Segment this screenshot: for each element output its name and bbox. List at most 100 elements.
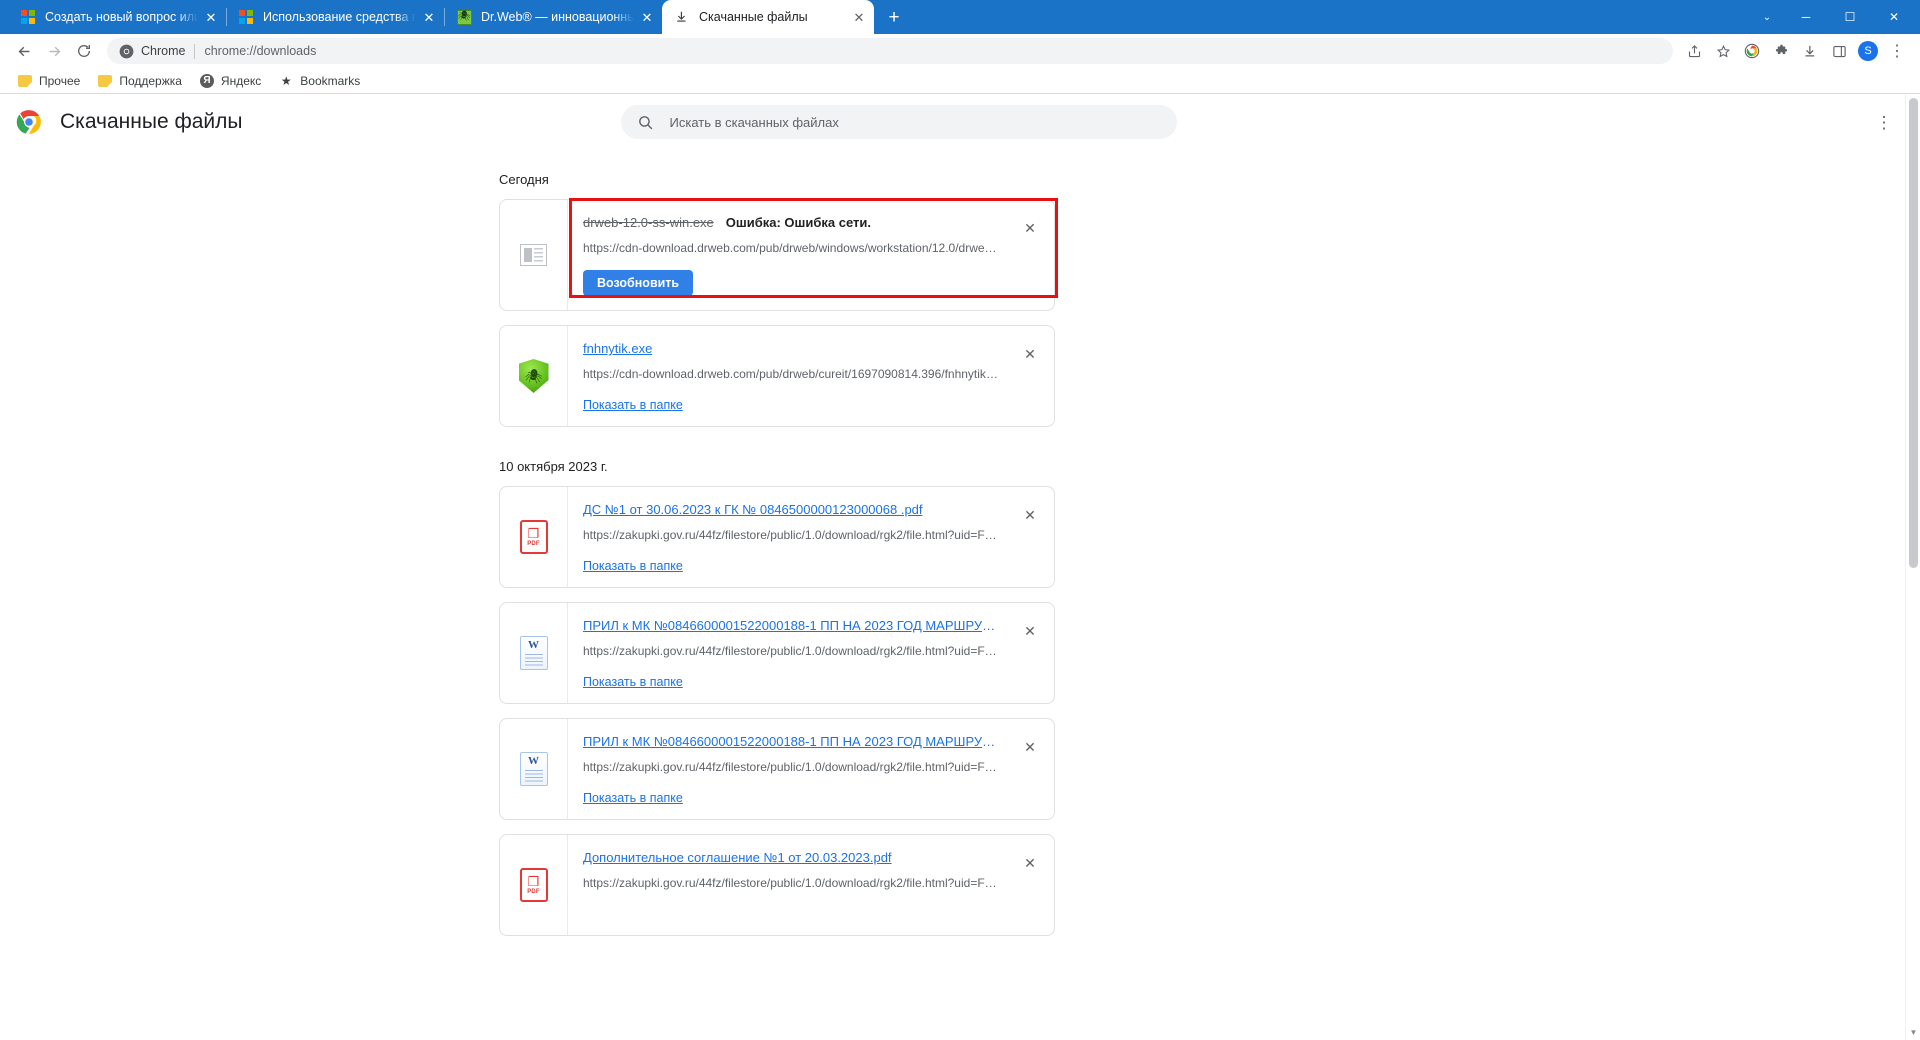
folder-icon bbox=[98, 74, 113, 87]
download-name-row: ПРИЛ к МК №0846600001522000188-1 ПП НА 2… bbox=[583, 734, 1002, 749]
download-filename[interactable]: ПРИЛ к МК №0846600001522000188-1 ПП НА 2… bbox=[583, 618, 1002, 633]
tab-title: Использование средства пров bbox=[263, 10, 416, 24]
bookmark-item[interactable]: Я Яндекс bbox=[192, 70, 269, 92]
bookmark-item[interactable]: Поддержка bbox=[90, 70, 190, 92]
remove-download-icon[interactable]: ✕ bbox=[1016, 617, 1044, 645]
reload-button[interactable] bbox=[69, 36, 99, 66]
pdf-file-icon: ❒ PDF bbox=[519, 520, 548, 554]
date-header: 10 октября 2023 г. bbox=[499, 459, 608, 474]
search-box[interactable] bbox=[620, 105, 1177, 139]
download-item[interactable]: W ПРИЛ к МК №0846600001522000188-1 ПП НА… bbox=[499, 602, 1055, 704]
word-file-icon: W bbox=[519, 752, 548, 786]
download-url: https://cdn-download.drweb.com/pub/drweb… bbox=[583, 367, 998, 381]
bookmark-label: Поддержка bbox=[119, 73, 182, 88]
close-window-button[interactable]: ✕ bbox=[1872, 2, 1916, 32]
bookmark-item[interactable]: ★ Bookmarks bbox=[271, 70, 368, 92]
download-name-row: Дополнительное соглашение №1 от 20.03.20… bbox=[583, 850, 1002, 865]
date-header: Сегодня bbox=[499, 172, 549, 187]
bookmark-item[interactable]: Прочее bbox=[10, 70, 88, 92]
download-item[interactable]: 🕷 fnhnytik.exe https://cdn-download.drwe… bbox=[499, 325, 1055, 427]
share-icon[interactable] bbox=[1680, 37, 1708, 65]
minimize-button[interactable]: ─ bbox=[1784, 2, 1828, 32]
close-icon[interactable]: ✕ bbox=[850, 8, 868, 26]
avatar[interactable]: S bbox=[1854, 37, 1882, 65]
download-item[interactable]: drweb-12.0-ss-win.exe Ошибка: Ошибка сет… bbox=[499, 198, 1058, 311]
downloads-more-menu-icon[interactable]: ⋮ bbox=[1870, 108, 1898, 136]
download-item[interactable]: ❒ PDF Дополнительное соглашение №1 от 20.… bbox=[499, 834, 1055, 936]
downloads-page: Скачанные файлы ⋮ Сегодня drweb-12.0-ss-… bbox=[0, 94, 1920, 1040]
file-icon-cell: ❒ PDF bbox=[500, 835, 568, 935]
close-icon[interactable]: ✕ bbox=[638, 8, 656, 26]
browser-tab[interactable]: Использование средства пров ✕ bbox=[226, 0, 444, 34]
show-in-folder-link[interactable]: Показать в папке bbox=[583, 559, 683, 573]
download-details: ПРИЛ к МК №0846600001522000188-1 ПП НА 2… bbox=[568, 603, 1016, 703]
extension-shield-icon[interactable] bbox=[1738, 37, 1766, 65]
folder-icon bbox=[18, 74, 32, 87]
download-item[interactable]: ❒ PDF ДС №1 от 30.06.2023 к ГК № 08465000… bbox=[499, 486, 1055, 588]
browser-tab[interactable]: Создать новый вопрос или на ✕ bbox=[8, 0, 226, 34]
close-icon[interactable]: ✕ bbox=[202, 8, 220, 26]
download-status: Ошибка: Ошибка сети. bbox=[725, 215, 872, 230]
downloads-header: Скачанные файлы ⋮ bbox=[0, 94, 1920, 150]
side-panel-icon[interactable] bbox=[1825, 37, 1853, 65]
scroll-down-icon[interactable]: ▼ bbox=[1906, 1025, 1920, 1040]
download-details: Дополнительное соглашение №1 от 20.03.20… bbox=[568, 835, 1016, 935]
download-name-row: drweb-12.0-ss-win.exe Ошибка: Ошибка сет… bbox=[583, 215, 1002, 230]
page-scrollbar[interactable]: ▲ ▼ bbox=[1905, 94, 1920, 1040]
download-details: drweb-12.0-ss-win.exe Ошибка: Ошибка сет… bbox=[568, 200, 1016, 310]
download-details: ДС №1 от 30.06.2023 к ГК № 0846500000123… bbox=[568, 487, 1016, 587]
back-button[interactable] bbox=[9, 36, 39, 66]
download-filename[interactable]: ДС №1 от 30.06.2023 к ГК № 0846500000123… bbox=[583, 502, 923, 517]
scrollbar-thumb[interactable] bbox=[1909, 98, 1918, 568]
download-name-row: ДС №1 от 30.06.2023 к ГК № 0846500000123… bbox=[583, 502, 1002, 517]
download-filename[interactable]: fnhnytik.exe bbox=[583, 341, 652, 356]
microsoft-logo-icon bbox=[238, 9, 254, 25]
download-name-row: fnhnytik.exe bbox=[583, 341, 1002, 356]
star-icon: ★ bbox=[280, 73, 292, 88]
remove-download-icon[interactable]: ✕ bbox=[1016, 849, 1044, 877]
drweb-spider-icon: 🕷 bbox=[456, 9, 472, 25]
downloads-list: Сегодня drweb-12.0-ss-win.exe Ошибка: Ош… bbox=[0, 150, 1920, 1040]
download-filename[interactable]: ПРИЛ к МК №0846600001522000188-1 ПП НА 2… bbox=[583, 734, 1002, 749]
downloads-icon[interactable] bbox=[1796, 37, 1824, 65]
remove-download-icon[interactable]: ✕ bbox=[1016, 340, 1044, 368]
search-icon bbox=[637, 114, 654, 131]
browser-tab[interactable]: 🕷 Dr.Web® — инновационные те ✕ bbox=[444, 0, 662, 34]
new-tab-button[interactable]: + bbox=[880, 3, 908, 31]
download-details: ПРИЛ к МК №0846600001522000188-1 ПП НА 2… bbox=[568, 719, 1016, 819]
bookmark-label: Bookmarks bbox=[300, 73, 361, 88]
search-input[interactable] bbox=[669, 114, 1161, 130]
browser-tab-active[interactable]: Скачанные файлы ✕ bbox=[662, 0, 874, 34]
address-bar[interactable]: Chrome chrome://downloads bbox=[107, 38, 1673, 64]
page-title: Скачанные файлы bbox=[60, 110, 243, 133]
pdf-file-icon: ❒ PDF bbox=[519, 868, 548, 902]
remove-download-icon[interactable]: ✕ bbox=[1016, 214, 1044, 242]
file-icon-cell: ❒ PDF bbox=[500, 487, 568, 587]
forward-button[interactable] bbox=[39, 36, 69, 66]
extensions-puzzle-icon[interactable] bbox=[1767, 37, 1795, 65]
bookmark-label: Прочее bbox=[39, 73, 81, 88]
show-in-folder-link[interactable]: Показать в папке bbox=[583, 398, 683, 412]
bookmark-star-icon[interactable] bbox=[1709, 37, 1737, 65]
download-url: https://zakupki.gov.ru/44fz/filestore/pu… bbox=[583, 876, 998, 890]
download-name-row: ПРИЛ к МК №0846600001522000188-1 ПП НА 2… bbox=[583, 618, 1002, 633]
download-filename[interactable]: Дополнительное соглашение №1 от 20.03.20… bbox=[583, 850, 892, 865]
tab-title: Скачанные файлы bbox=[699, 10, 808, 24]
close-icon[interactable]: ✕ bbox=[420, 8, 438, 26]
file-icon-cell: W bbox=[500, 603, 568, 703]
maximize-button[interactable]: ☐ bbox=[1828, 2, 1872, 32]
browser-menu-icon[interactable]: ⋮ bbox=[1883, 37, 1911, 65]
show-in-folder-link[interactable]: Показать в папке bbox=[583, 675, 683, 689]
download-url: https://zakupki.gov.ru/44fz/filestore/pu… bbox=[583, 760, 998, 774]
tab-search-icon[interactable]: ⌄ bbox=[1750, 2, 1784, 32]
show-in-folder-link[interactable]: Показать в папке bbox=[583, 791, 683, 805]
tab-title: Создать новый вопрос или на bbox=[45, 10, 198, 24]
download-item[interactable]: W ПРИЛ к МК №0846600001522000188-1 ПП НА… bbox=[499, 718, 1055, 820]
download-filename: drweb-12.0-ss-win.exe bbox=[583, 215, 714, 230]
remove-download-icon[interactable]: ✕ bbox=[1016, 501, 1044, 529]
yandex-icon: Я bbox=[199, 73, 214, 88]
remove-download-icon[interactable]: ✕ bbox=[1016, 733, 1044, 761]
omnibox-divider bbox=[194, 43, 196, 59]
resume-button[interactable]: Возобновить bbox=[583, 270, 694, 296]
file-icon-cell: 🕷 bbox=[500, 326, 568, 426]
